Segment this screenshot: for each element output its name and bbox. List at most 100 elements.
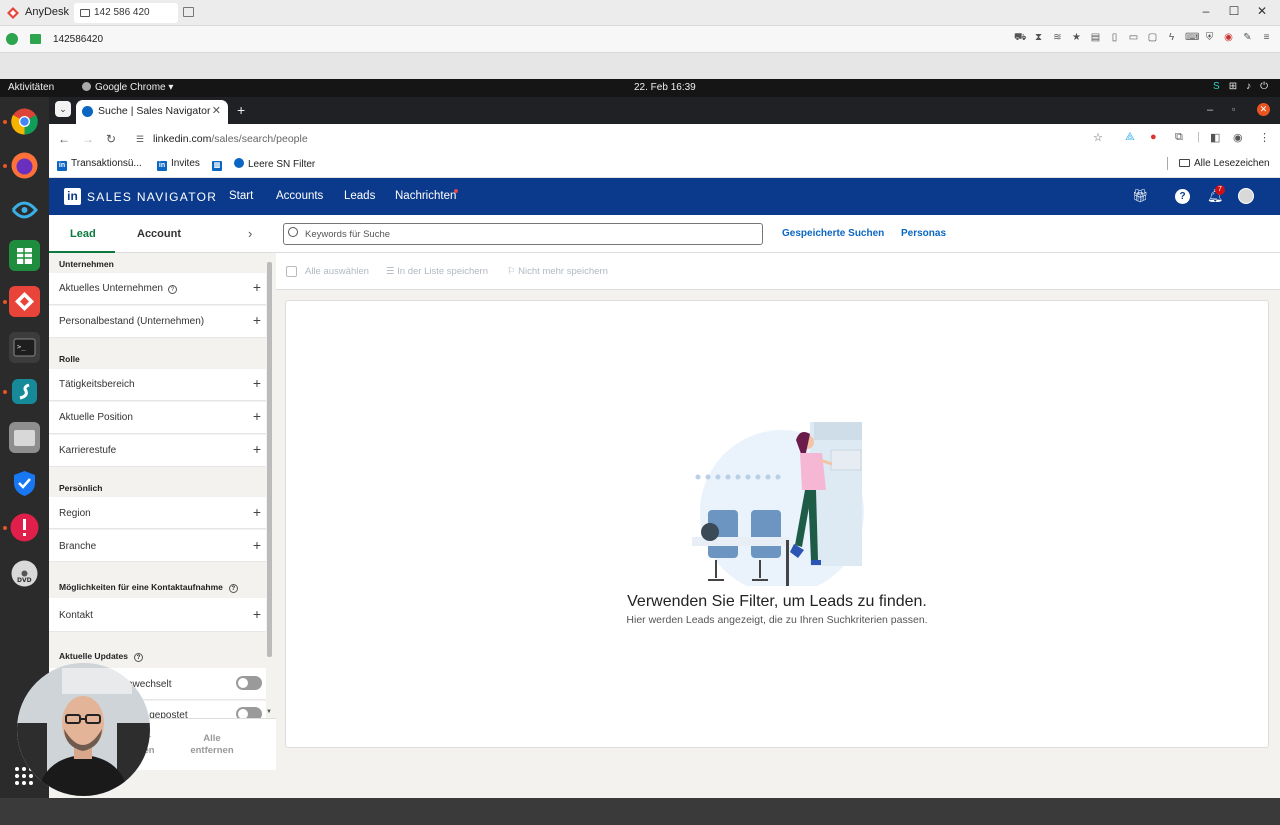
sidebar-icon[interactable]: ◧ [1210,131,1220,144]
filter-karrierestufe[interactable]: Karrierestufe + [49,435,266,467]
system-tray[interactable]: S ⊞ ♪ ⏻ [1213,81,1268,92]
stack-icon[interactable]: ≋ [1052,32,1063,44]
gift-icon[interactable]: 🎁︎ [1132,188,1149,204]
nav-start[interactable]: Start [229,190,253,202]
new-tab-button[interactable]: + [237,102,245,118]
close-button[interactable]: ✕ [1254,4,1270,18]
saved-searches-link[interactable]: Gespeicherte Suchen [782,228,884,239]
select-all-label[interactable]: Alle auswählen [305,266,369,277]
bookmark-invites[interactable]: in Invites [157,158,200,171]
filter-personalbestand[interactable]: Personalbestand (Unternehmen) + [49,306,266,338]
close-tab-icon[interactable]: ✕ [212,104,221,117]
plus-icon[interactable]: + [253,537,261,553]
nav-leads[interactable]: Leads [344,190,375,202]
profile-avatar-icon[interactable]: ◉ [1233,131,1243,144]
all-bookmarks-folder[interactable]: Alle Lesezeichen [1179,158,1270,169]
plus-icon[interactable]: + [253,606,261,622]
toggle-switch[interactable] [236,676,262,690]
spreadsheet-dock-icon[interactable] [9,240,40,271]
dvd-dock-icon[interactable]: DVD [9,558,40,589]
brand-name[interactable]: SALES NAVIGATOR [87,190,217,204]
phone-icon[interactable]: ▯ [1109,32,1120,44]
menu-icon[interactable]: ≡ [1261,32,1272,44]
filter-aktuelle-position[interactable]: Aktuelle Position + [49,402,266,434]
lightning-icon[interactable]: ϟ [1166,32,1177,44]
linkedin-logo-icon[interactable]: in [64,188,81,205]
record-icon[interactable]: ◉ [1223,32,1234,44]
plus-icon[interactable]: + [253,441,261,457]
file-icon[interactable]: ▤ [1090,32,1101,44]
remove-all-button[interactable]: Alle entfernen [187,733,237,757]
plus-icon[interactable]: + [253,279,261,295]
files-dock-icon[interactable] [9,422,40,453]
chrome-dock-icon[interactable] [9,106,40,137]
firefox-dock-icon[interactable] [9,150,40,181]
help-icon[interactable]: ? [1175,189,1190,204]
window-close-button[interactable]: ✕ [1257,103,1270,116]
extension-xtensio-icon[interactable]: ⟁ [1125,131,1135,144]
nav-nachrichten[interactable]: Nachrichten [395,190,456,202]
alert-dock-icon[interactable] [9,512,40,543]
anydesk-dock-icon[interactable] [9,286,40,317]
bookmark-leere-sn-filter[interactable]: Leere SN Filter [234,158,315,170]
anydesk-session-tab[interactable]: 142 586 420 [74,3,178,23]
filter-scrollbar[interactable] [267,262,272,657]
unsave-button[interactable]: ⚐ Nicht mehr speichern [507,266,608,277]
scroll-down-arrow-icon[interactable]: ▼ [266,709,272,715]
bookmark-trello[interactable]: ▥ [212,158,226,171]
extension-red-icon[interactable]: ● [1150,131,1157,143]
keyword-search-input[interactable]: Keywords für Suche [283,223,763,245]
keyboard-icon[interactable]: ⌨ [1185,32,1199,44]
maximize-button[interactable]: ☐ [1226,4,1242,18]
xtensio-dock-icon[interactable] [9,194,40,225]
filter-taetigkeitsbereich[interactable]: Tätigkeitsbereich + [49,369,266,401]
hourglass-icon[interactable]: ⧗ [1033,32,1044,44]
tab-account[interactable]: Account [137,228,181,240]
star-icon[interactable]: ★ [1071,32,1082,44]
monitor-icon[interactable]: ▭ [1128,32,1139,44]
forward-button[interactable]: → [82,132,94,146]
save-to-list-button[interactable]: ☰ In der Liste speichern [386,266,488,277]
new-session-icon[interactable] [183,7,194,17]
extensions-puzzle-icon[interactable]: ⧉ [1175,131,1183,144]
car-icon[interactable]: ⛟ [1014,32,1027,44]
help-circle-icon[interactable]: ? [133,653,143,662]
pen-icon[interactable]: ✎ [1242,32,1253,44]
plus-icon[interactable]: + [253,375,261,391]
app-menu[interactable]: Google Chrome ▾ [82,82,173,93]
minimize-button[interactable]: – [1198,4,1214,18]
help-circle-icon[interactable]: ? [228,584,238,593]
filter-aktuelles-unternehmen[interactable]: Aktuelles Unternehmen? + [49,273,266,305]
nav-accounts[interactable]: Accounts [276,190,323,202]
filter-region[interactable]: Region + [49,497,266,529]
window-minimize-button[interactable]: – [1207,104,1213,116]
user-avatar[interactable] [1238,188,1254,204]
plus-icon[interactable]: + [253,504,261,520]
personas-link[interactable]: Personas [901,228,946,239]
chat-icon[interactable]: ▢ [1147,32,1158,44]
collapse-chevron-icon[interactable]: › [248,226,252,241]
filter-branche[interactable]: Branche + [49,530,266,562]
shield-icon[interactable]: ⛨ [1204,32,1215,44]
surfshark-dock-icon[interactable] [9,376,40,407]
address-bar[interactable]: linkedin.com/sales/search/people [153,133,308,145]
site-info-icon[interactable]: ☰ [136,134,144,145]
tab-search-button[interactable]: ⌄ [55,101,71,117]
filter-kontakt[interactable]: Kontakt + [49,598,266,632]
select-all-checkbox[interactable] [286,266,297,277]
bookmark-transaktions[interactable]: in Transaktionsü... [57,158,142,171]
reload-button[interactable]: ↻ [106,132,116,146]
shield-dock-icon[interactable] [9,468,40,499]
window-restore-button[interactable]: ▫ [1232,104,1235,114]
help-circle-icon[interactable]: ? [167,285,177,294]
back-button[interactable]: ← [58,132,70,146]
tab-lead[interactable]: Lead [70,228,96,240]
clock[interactable]: 22. Feb 16:39 [634,82,696,93]
browser-tab-active[interactable]: Suche | Sales Navigator ✕ [76,100,228,124]
chrome-menu-icon[interactable]: ⋮ [1259,131,1270,144]
toggle-switch[interactable] [236,707,262,718]
plus-icon[interactable]: + [253,312,261,328]
plus-icon[interactable]: + [253,408,261,424]
activities-button[interactable]: Aktivitäten [8,82,54,93]
bookmark-star-icon[interactable]: ☆ [1093,131,1103,144]
